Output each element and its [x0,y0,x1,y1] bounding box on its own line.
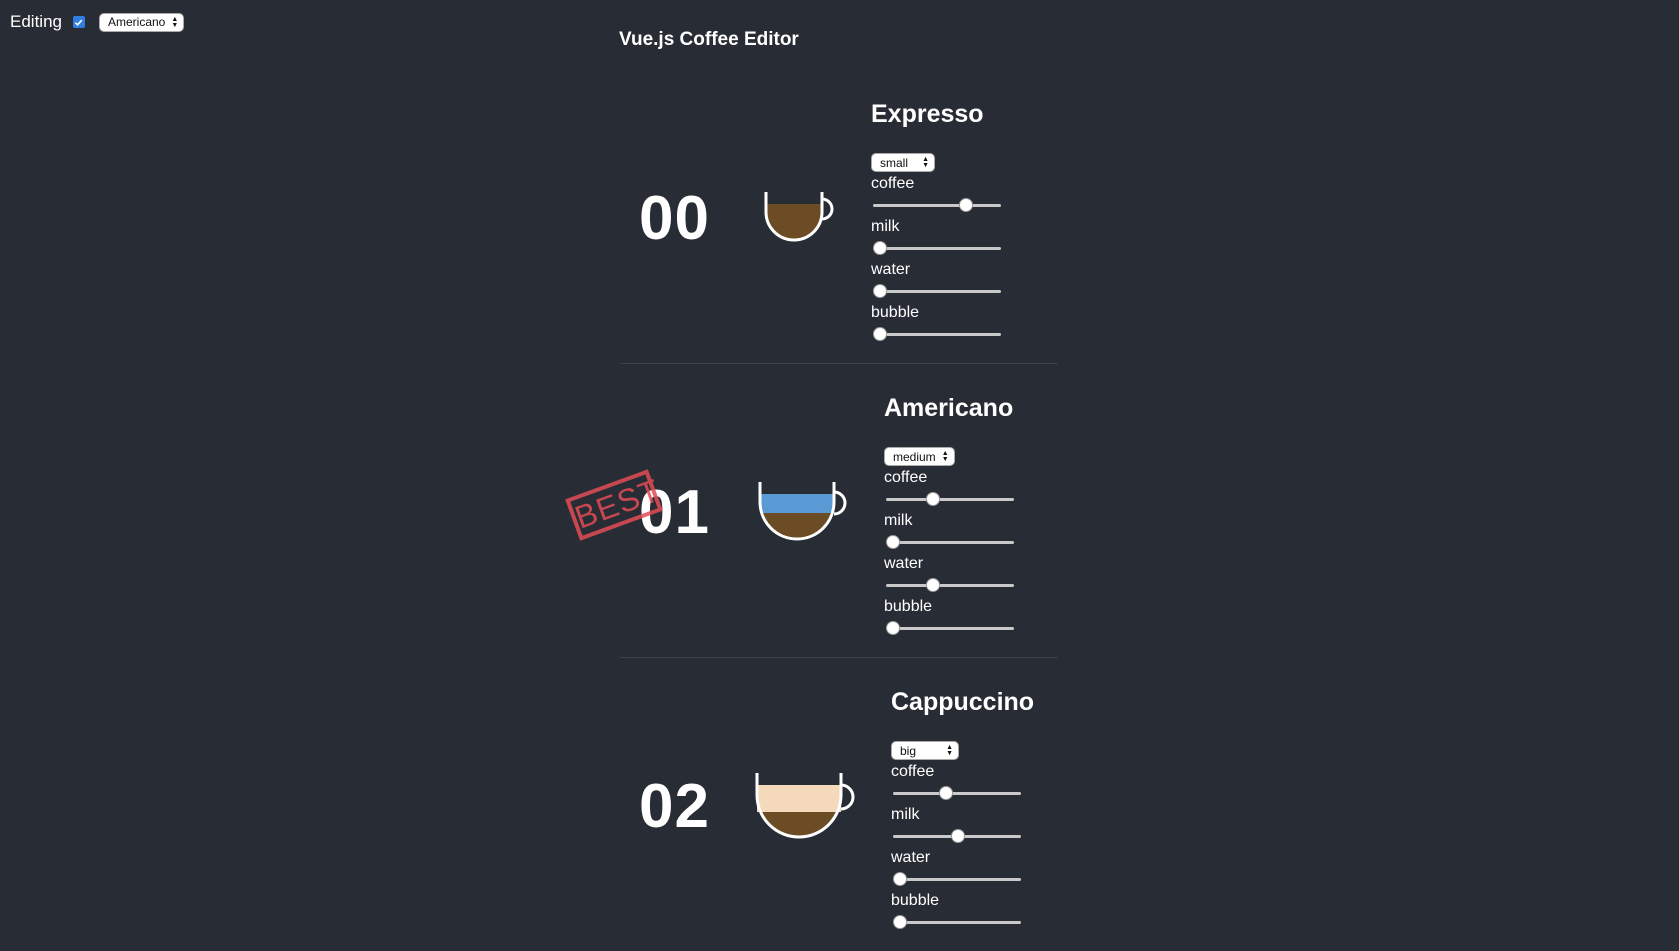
slider-thumb[interactable] [926,492,941,506]
coffee-name: Americano [884,394,1014,422]
coffee-name: Expresso [871,100,984,128]
param-label-water: water [884,555,924,572]
coffee-slider[interactable] [871,194,1001,216]
coffee-controls: Americano medium ▲ ▼ coffee milk water bu… [884,394,1014,639]
editing-label: Editing [10,12,62,31]
slider-thumb[interactable] [959,198,974,212]
param-label-bubble: bubble [871,304,920,321]
editor-toolbar: Editing Americano ▲ ▼ [10,12,185,32]
slider-thumb[interactable] [886,621,900,635]
milk-slider[interactable] [871,237,1001,259]
slider-thumb[interactable] [893,872,907,886]
size-select[interactable]: big ▲ ▼ [891,741,960,760]
size-select[interactable]: medium ▲ ▼ [884,447,955,466]
size-select-value: big [900,743,917,758]
coffee-controls: Expresso small ▲ ▼ coffee milk water bubb… [871,100,1001,345]
bubble-slider[interactable] [884,617,1014,639]
coffee-cup-icon [755,773,855,839]
param-label-bubble: bubble [891,892,940,909]
water-slider[interactable] [891,868,1021,890]
size-select-value: small [880,155,909,170]
milk-slider[interactable] [884,531,1014,553]
slider-thumb[interactable] [873,284,887,298]
slider-thumb[interactable] [873,327,887,341]
slider-thumb[interactable] [950,829,965,843]
coffee-row-americano: 01 Americano medium ▲ ▼ coffee milk water… [620,364,1058,658]
coffee-cup-icon [764,192,834,242]
slider-thumb[interactable] [893,915,907,929]
select-arrows-icon: ▲ ▼ [946,744,954,757]
coffee-cup-icon [758,482,847,541]
slider-thumb[interactable] [886,535,900,549]
bubble-slider[interactable] [871,323,1001,345]
param-label-bubble: bubble [884,598,933,615]
select-arrows-icon: ▲ ▼ [171,15,179,29]
bubble-slider[interactable] [891,911,1021,933]
param-label-coffee: coffee [884,469,928,486]
coffee-index: 00 [639,184,710,253]
coffee-index: 02 [639,772,710,841]
coffee-slider[interactable] [884,488,1014,510]
param-label-water: water [891,849,931,866]
param-label-milk: milk [884,512,913,529]
coffee-row-cappuccino: 02 Cappuccino big ▲ ▼ coffee milk water b… [620,658,1058,951]
checkmark-icon [75,19,83,26]
slider-thumb[interactable] [939,786,953,800]
coffee-row-expresso: 00 Expresso small ▲ ▼ coffee milk water b… [620,70,1058,364]
param-label-water: water [871,261,911,278]
size-select[interactable]: small ▲ ▼ [871,153,936,172]
coffee-slider[interactable] [891,782,1021,804]
slider-thumb[interactable] [873,241,887,255]
editing-checkbox[interactable] [72,16,85,28]
water-slider[interactable] [871,280,1001,302]
coffee-select-value: Americano [107,15,166,29]
page-title: Vue.js Coffee Editor [619,29,799,50]
coffee-name: Cappuccino [891,688,1035,716]
coffee-controls: Cappuccino big ▲ ▼ coffee milk water bubb… [891,688,1034,933]
select-arrows-icon: ▲ ▼ [941,450,949,463]
water-slider[interactable] [884,574,1014,596]
param-label-milk: milk [871,218,900,235]
slider-thumb[interactable] [926,578,941,592]
param-label-milk: milk [891,806,920,823]
coffee-select[interactable]: Americano ▲ ▼ [98,12,185,32]
milk-slider[interactable] [891,825,1021,847]
size-select-value: medium [893,449,936,464]
param-label-coffee: coffee [871,175,915,192]
param-label-coffee: coffee [891,763,935,780]
select-arrows-icon: ▲ ▼ [922,156,930,169]
